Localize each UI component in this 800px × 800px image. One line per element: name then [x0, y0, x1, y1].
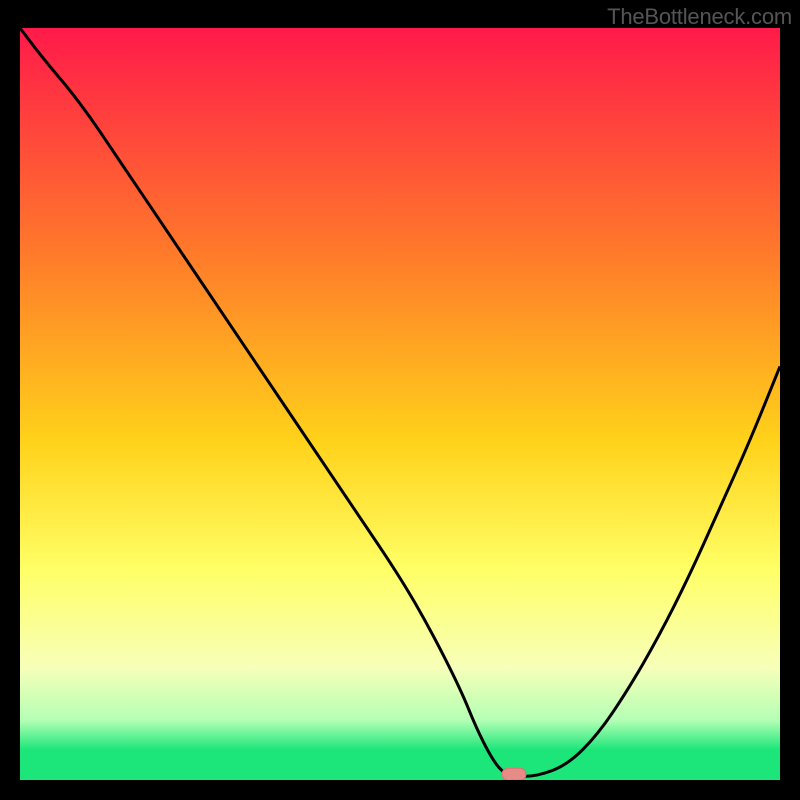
watermark-label: TheBottleneck.com: [607, 4, 792, 30]
plot-area: [20, 28, 780, 780]
chart-container: TheBottleneck.com: [0, 0, 800, 800]
bottleneck-chart: [20, 28, 780, 780]
gradient-background: [20, 28, 780, 780]
optimal-marker: [502, 768, 526, 780]
